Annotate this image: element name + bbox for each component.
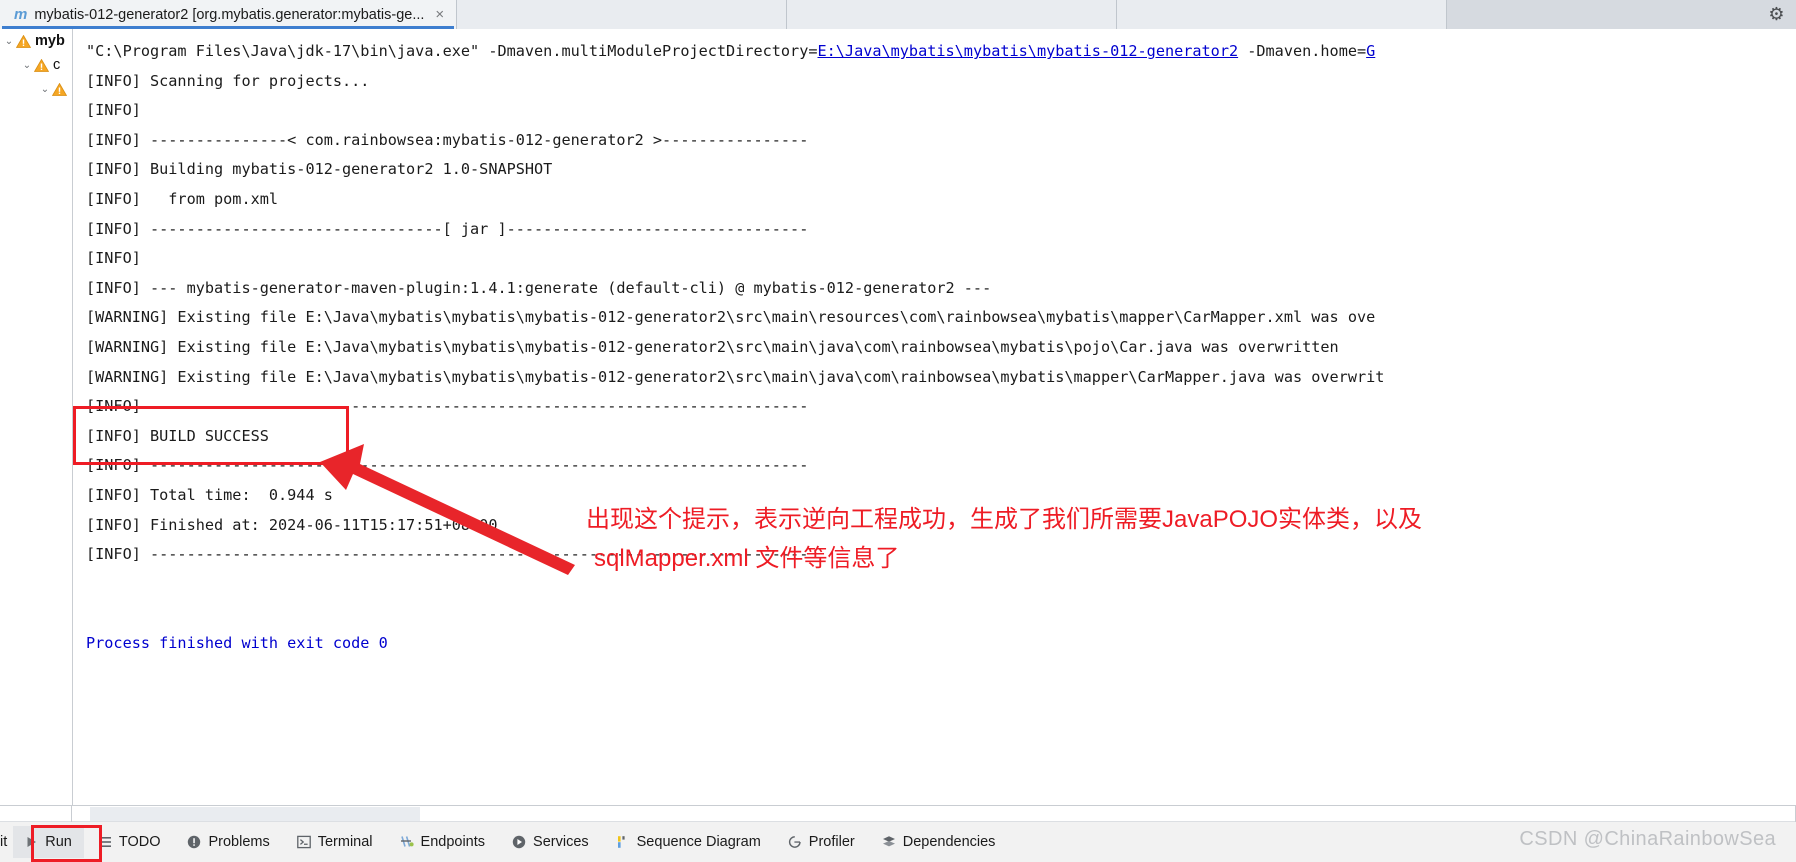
console-line: [INFO] ---------------------------------… bbox=[86, 545, 809, 564]
run-tree-sidebar[interactable]: ⌄ myb ⌄ c ⌄ bbox=[0, 29, 72, 805]
tool-window-button-label: Profiler bbox=[808, 834, 855, 850]
console-line: [INFO] Scanning for projects... bbox=[86, 71, 370, 90]
console-line: [INFO] Total time: 0.944 s bbox=[86, 485, 333, 504]
warning-icon bbox=[52, 82, 67, 96]
dependencies-icon bbox=[881, 834, 897, 850]
tool-window-button-label: Run bbox=[45, 834, 72, 850]
profiler-icon bbox=[787, 834, 803, 850]
console-line: [INFO] bbox=[86, 101, 141, 120]
watermark-text: CSDN @ChinaRainbowSea bbox=[1519, 828, 1776, 850]
tree-item-label: c bbox=[53, 57, 61, 73]
warning-icon bbox=[34, 58, 49, 72]
tool-window-button-dependencies[interactable]: Dependencies bbox=[868, 826, 1009, 858]
console-line: [INFO] --- mybatis-generator-maven-plugi… bbox=[86, 278, 992, 297]
strip-divider bbox=[71, 806, 72, 822]
todo-list-icon bbox=[97, 834, 113, 850]
tool-window-button-label: Services bbox=[533, 834, 589, 850]
console-line: [INFO] bbox=[86, 249, 141, 268]
tab-label: mybatis-012-generator2 [org.mybatis.gene… bbox=[34, 6, 425, 23]
console-path-link-2[interactable]: G bbox=[1366, 42, 1375, 60]
tab-empty-slot-1[interactable] bbox=[457, 0, 788, 29]
console-line: [INFO] ---------------< com.rainbowsea:m… bbox=[86, 130, 809, 149]
tool-window-button-endpoints[interactable]: Endpoints bbox=[386, 826, 499, 858]
tool-window-button-services[interactable]: Services bbox=[498, 826, 602, 858]
console-line: [WARNING] Existing file E:\Java\mybatis\… bbox=[86, 337, 1339, 356]
console-line: [INFO] BUILD SUCCESS bbox=[86, 426, 269, 445]
clipped-label-text: it bbox=[0, 834, 8, 850]
bottom-tool-window-bar: it Run TODO Problems Terminal Endpoints Servi… bbox=[0, 805, 1796, 862]
console-line: [INFO] Finished at: 2024-06-11T15:17:51+… bbox=[86, 515, 498, 534]
chevron-down-icon[interactable]: ⌄ bbox=[20, 60, 34, 71]
tool-window-button-run[interactable]: Run bbox=[13, 826, 84, 858]
chevron-down-icon[interactable]: ⌄ bbox=[2, 36, 16, 47]
chevron-down-icon[interactable]: ⌄ bbox=[38, 84, 52, 95]
tool-window-button-terminal[interactable]: Terminal bbox=[283, 826, 386, 858]
console-line: [WARNING] Existing file E:\Java\mybatis\… bbox=[86, 308, 1376, 327]
toolbar-clipped-label[interactable]: it bbox=[0, 826, 13, 858]
tool-strip-background bbox=[0, 806, 1796, 822]
console-line: Process finished with exit code 0 bbox=[86, 633, 388, 652]
tool-window-button-label: Endpoints bbox=[420, 834, 486, 850]
terminal-icon bbox=[296, 834, 312, 850]
tool-window-button-label: Terminal bbox=[317, 834, 373, 850]
console-path-link[interactable]: E:\Java\mybatis\mybatis\mybatis-012-gene… bbox=[818, 42, 1239, 60]
tool-window-button-label: Dependencies bbox=[902, 834, 996, 850]
tool-window-button-label: TODO bbox=[118, 834, 161, 850]
endpoints-icon bbox=[399, 834, 415, 850]
tool-window-button-problems[interactable]: Problems bbox=[173, 826, 282, 858]
console-output-panel[interactable]: "C:\Program Files\Java\jdk-17\bin\java.e… bbox=[72, 29, 1796, 805]
console-line: [INFO] Building mybatis-012-generator2 1… bbox=[86, 160, 553, 179]
console-line: [INFO] ---------------------------------… bbox=[86, 456, 809, 475]
tab-mybatis-012-generator2[interactable]: m mybatis-012-generator2 [org.mybatis.ge… bbox=[0, 0, 458, 29]
tool-window-button-label: Problems bbox=[208, 834, 270, 850]
console-line: [WARNING] Existing file E:\Java\mybatis\… bbox=[86, 367, 1385, 386]
tree-item-label: myb bbox=[35, 33, 65, 49]
run-triangle-icon bbox=[23, 834, 39, 850]
tool-window-button-label: Sequence Diagram bbox=[636, 834, 761, 850]
tool-window-button-profiler[interactable]: Profiler bbox=[774, 826, 868, 858]
console-line: "C:\Program Files\Java\jdk-17\bin\java.e… bbox=[86, 37, 1796, 67]
sequence-diagram-icon bbox=[615, 834, 631, 850]
console-line: [INFO] ---------------------------------… bbox=[86, 397, 809, 416]
console-line: [INFO] --------------------------------[… bbox=[86, 219, 809, 238]
maven-module-icon: m bbox=[14, 6, 28, 23]
gear-icon[interactable]: ⚙ bbox=[1767, 5, 1786, 24]
tab-empty-slot-3[interactable] bbox=[1117, 0, 1448, 29]
console-command-suffix: -Dmaven.home= bbox=[1238, 42, 1367, 60]
close-icon[interactable]: × bbox=[435, 7, 444, 22]
problems-exclamation-icon bbox=[186, 834, 202, 850]
tree-item-root[interactable]: ⌄ myb bbox=[0, 29, 72, 53]
warning-icon bbox=[16, 34, 31, 48]
tree-item-child[interactable]: ⌄ c bbox=[0, 53, 72, 77]
services-play-icon bbox=[511, 834, 527, 850]
console-command-prefix: "C:\Program Files\Java\jdk-17\bin\java.e… bbox=[86, 42, 818, 60]
tree-item-grandchild[interactable]: ⌄ bbox=[0, 77, 72, 101]
tab-empty-slot-2[interactable] bbox=[787, 0, 1118, 29]
tool-window-button-todo[interactable]: TODO bbox=[84, 826, 174, 858]
console-line: [INFO] from pom.xml bbox=[86, 189, 279, 208]
run-tool-tab-bar: m mybatis-012-generator2 [org.mybatis.ge… bbox=[0, 0, 1796, 29]
tool-window-button-sequence-diagram[interactable]: Sequence Diagram bbox=[602, 826, 774, 858]
strip-tab-ghost bbox=[90, 807, 420, 821]
ide-window: m mybatis-012-generator2 [org.mybatis.ge… bbox=[0, 0, 1796, 862]
console-lines: "C:\Program Files\Java\jdk-17\bin\java.e… bbox=[86, 37, 1796, 658]
